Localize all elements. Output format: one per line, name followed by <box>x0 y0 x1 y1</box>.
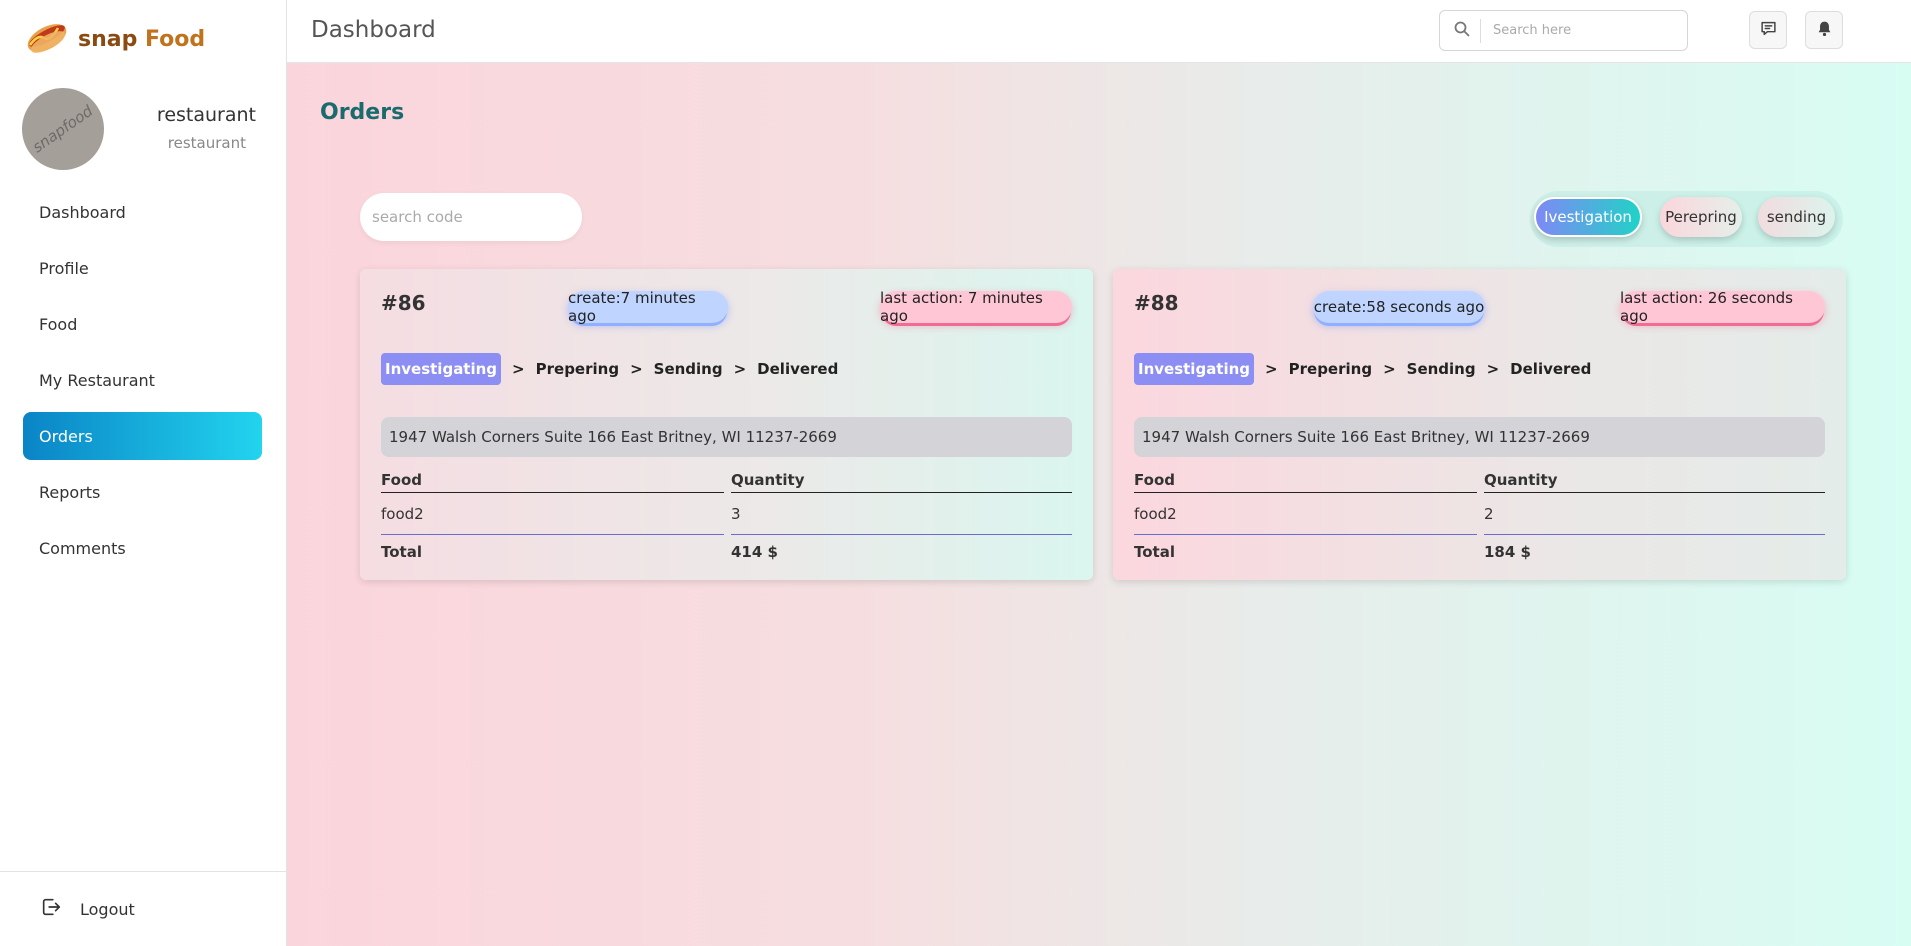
hotdog-icon <box>24 16 70 62</box>
table-total-row: Total 414 $ <box>381 535 1072 568</box>
sidebar-item-profile[interactable]: Profile <box>23 244 262 292</box>
column-header-quantity: Quantity <box>1484 468 1825 493</box>
header-search[interactable] <box>1439 10 1688 51</box>
logout-button[interactable]: Logout <box>40 896 135 922</box>
quantity-cell: 3 <box>731 493 1072 535</box>
table-header-row: Food Quantity <box>1134 468 1825 493</box>
column-header-quantity: Quantity <box>731 468 1072 493</box>
step-separator: > <box>733 360 747 378</box>
total-label: Total <box>1134 542 1175 561</box>
food-cell: food2 <box>381 493 724 535</box>
user-name: restaurant <box>156 104 256 126</box>
filter-sending[interactable]: sending <box>1758 197 1835 237</box>
top-header: Dashboard <box>287 0 1911 63</box>
sidebar: snap Food snapfood restaurant restaurant… <box>0 0 287 946</box>
step-separator: > <box>1383 360 1396 378</box>
logout-section: Logout <box>0 871 286 946</box>
last-action-badge: last action: 26 seconds ago <box>1620 289 1825 325</box>
bell-icon <box>1816 20 1833 41</box>
step-investigating: Investigating <box>1134 353 1255 385</box>
order-address: 1947 Walsh Corners Suite 166 East Britne… <box>1134 417 1825 457</box>
order-id: #86 <box>381 291 426 315</box>
step-delivered: Delivered <box>757 360 839 378</box>
sidebar-item-food[interactable]: Food <box>23 300 262 348</box>
sidebar-item-my-restaurant[interactable]: My Restaurant <box>23 356 262 404</box>
step-sending: Sending <box>1406 360 1476 378</box>
search-divider <box>1480 18 1481 43</box>
order-card: #88 create:58 seconds ago last action: 2… <box>1113 269 1846 580</box>
step-investigating: Investigating <box>381 353 502 385</box>
brand-logo[interactable]: snap Food <box>24 18 205 60</box>
main-content: Orders Ivestigation Perepring sending #8… <box>287 63 1911 946</box>
step-sending: Sending <box>653 360 723 378</box>
user-role: restaurant <box>167 134 246 152</box>
column-header-food: Food <box>381 468 724 493</box>
created-time-badge: create:58 seconds ago <box>1313 291 1485 323</box>
step-delivered: Delivered <box>1510 360 1592 378</box>
brand-name: snap Food <box>78 26 206 52</box>
header-title: Dashboard <box>311 17 436 43</box>
step-separator: > <box>1486 360 1500 378</box>
order-status-steps: Investigating > Prepering > Sending > De… <box>1134 353 1591 385</box>
chat-icon <box>1760 20 1777 41</box>
messages-button[interactable] <box>1749 11 1787 49</box>
created-time-badge: create:7 minutes ago <box>568 289 728 325</box>
column-header-food: Food <box>1134 468 1477 493</box>
filter-preparing[interactable]: Perepring <box>1660 197 1742 237</box>
step-separator: > <box>1265 360 1278 378</box>
step-preparing: Prepering <box>535 360 620 378</box>
order-id: #88 <box>1134 291 1179 315</box>
order-card: #86 create:7 minutes ago last action: 7 … <box>360 269 1093 580</box>
table-row: food2 3 <box>381 493 1072 535</box>
table-row: food2 2 <box>1134 493 1825 535</box>
search-input[interactable] <box>1493 23 1663 38</box>
order-status-steps: Investigating > Prepering > Sending > De… <box>381 353 838 385</box>
sidebar-item-comments[interactable]: Comments <box>23 524 262 572</box>
search-icon <box>1440 21 1470 41</box>
total-value: 414 $ <box>731 542 778 561</box>
sidebar-item-reports[interactable]: Reports <box>23 468 262 516</box>
table-total-row: Total 184 $ <box>1134 535 1825 568</box>
last-action-badge: last action: 7 minutes ago <box>880 289 1072 325</box>
food-cell: food2 <box>1134 493 1477 535</box>
step-separator: > <box>630 360 643 378</box>
sidebar-nav: Dashboard Profile Food My Restaurant Ord… <box>23 188 262 580</box>
page-title: Orders <box>320 100 405 125</box>
order-address: 1947 Walsh Corners Suite 166 East Britne… <box>381 417 1072 457</box>
quantity-cell: 2 <box>1484 493 1825 535</box>
avatar: snapfood <box>22 88 104 170</box>
code-search-input[interactable] <box>360 193 582 241</box>
total-label: Total <box>381 542 422 561</box>
status-filter-group: Ivestigation Perepring sending <box>1530 191 1843 247</box>
logout-label: Logout <box>80 899 135 919</box>
logout-icon <box>40 896 80 922</box>
filter-investigation[interactable]: Ivestigation <box>1534 197 1642 237</box>
order-items-table: Food Quantity food2 2 Total 184 $ <box>1134 468 1825 568</box>
notifications-button[interactable] <box>1805 11 1843 49</box>
order-items-table: Food Quantity food2 3 Total 414 $ <box>381 468 1072 568</box>
sidebar-item-dashboard[interactable]: Dashboard <box>23 188 262 236</box>
total-value: 184 $ <box>1484 542 1531 561</box>
table-header-row: Food Quantity <box>381 468 1072 493</box>
sidebar-item-orders[interactable]: Orders <box>23 412 262 460</box>
step-separator: > <box>512 360 525 378</box>
step-preparing: Prepering <box>1288 360 1373 378</box>
